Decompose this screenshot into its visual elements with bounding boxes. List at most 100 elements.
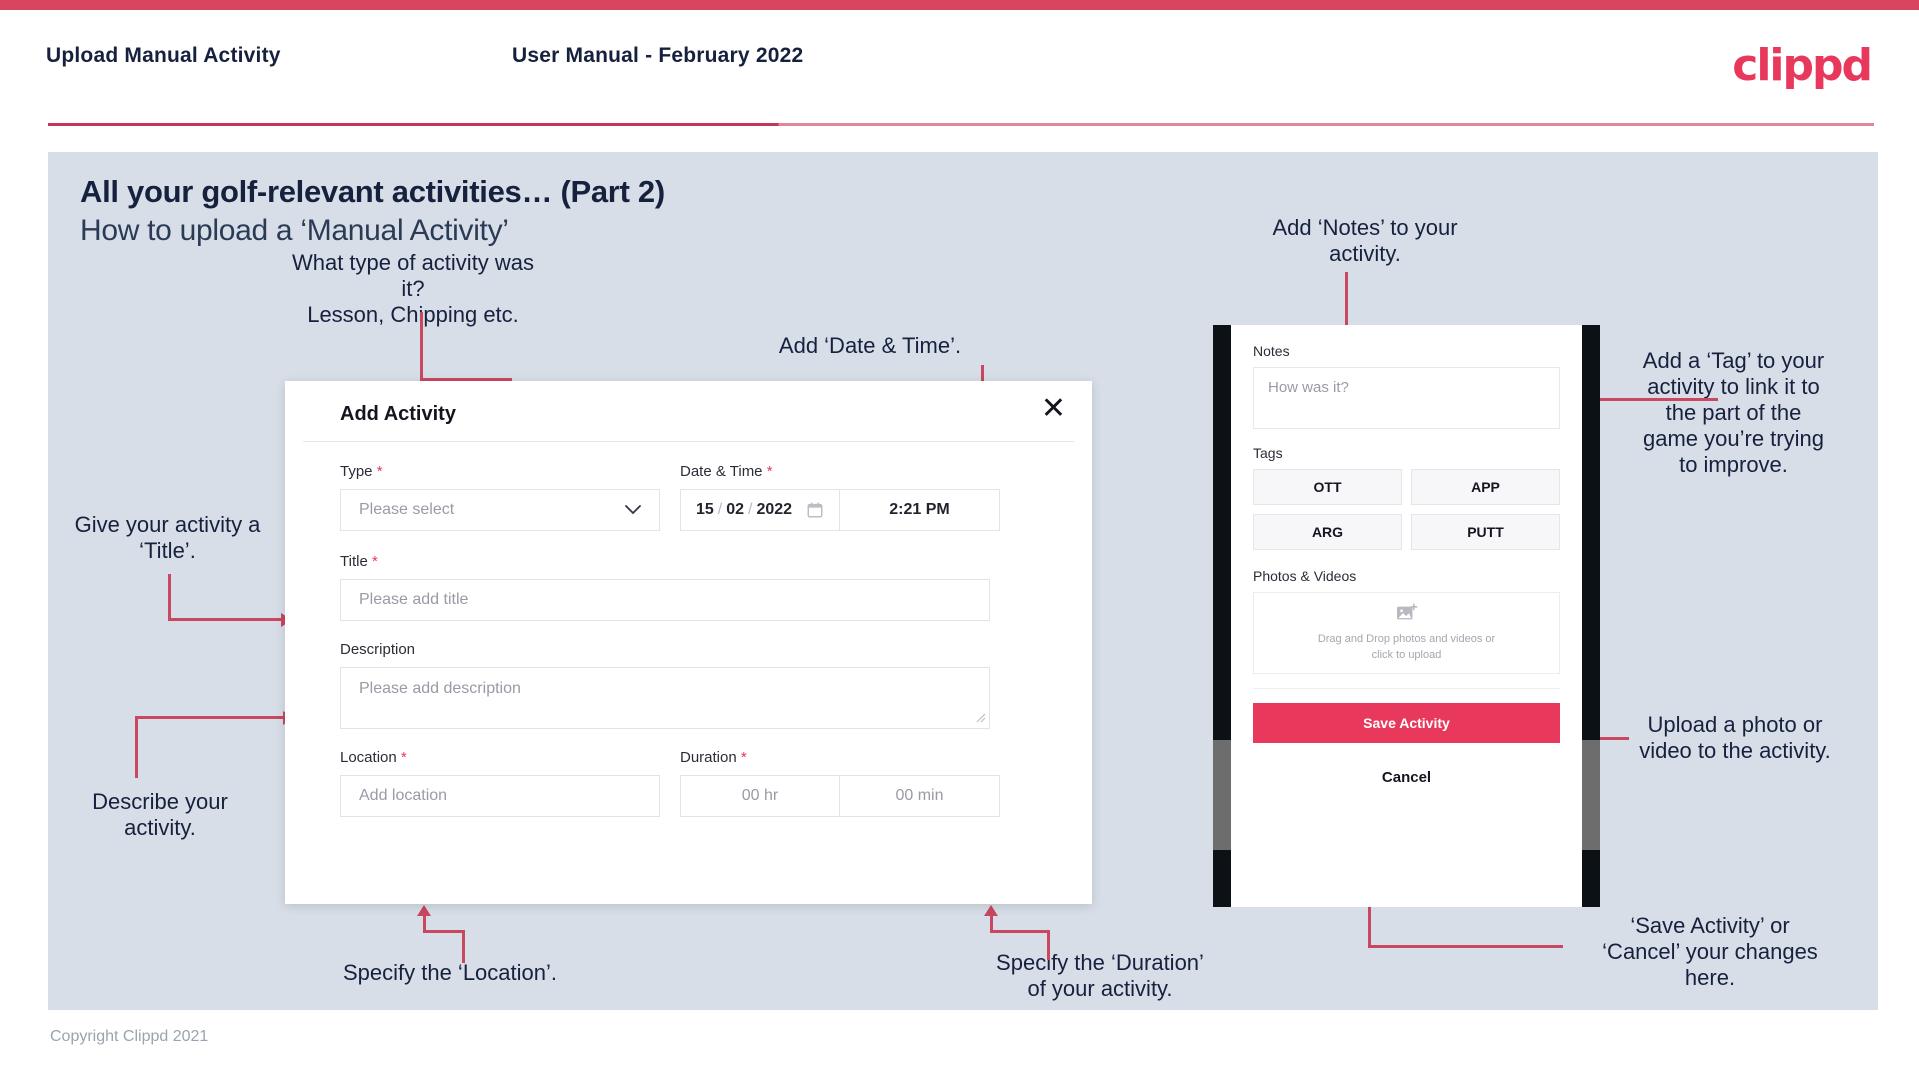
- duration-required-mark: *: [740, 749, 747, 766]
- row-location-duration: Location * Add location Duration * 00 hr…: [340, 749, 1037, 817]
- duration-group: 00 hr 00 min: [680, 775, 1000, 817]
- connector-dur-v1: [1047, 930, 1050, 960]
- connector-loc-v1: [462, 930, 465, 963]
- cancel-button[interactable]: Cancel: [1253, 769, 1560, 786]
- connector-save-h: [1368, 945, 1563, 948]
- copyright-text: Copyright Clippd 2021: [50, 1028, 209, 1045]
- resize-handle-icon[interactable]: [975, 712, 986, 726]
- connector-desc-v: [135, 716, 138, 778]
- duration-label-text: Duration: [680, 749, 737, 766]
- location-label: Location *: [340, 749, 660, 766]
- location-label-text: Location: [340, 749, 397, 766]
- annotation-photos: Upload a photo or video to the activity.: [1639, 712, 1831, 763]
- save-activity-button[interactable]: Save Activity: [1253, 703, 1560, 743]
- top-accent-bar: [0, 0, 1919, 10]
- connector-dur-v2: [990, 915, 993, 933]
- title-label: Title *: [340, 553, 1037, 570]
- date-day: 15: [695, 501, 714, 518]
- phone-bezel-right-accent: [1582, 740, 1600, 850]
- connector-loc-h: [423, 930, 465, 933]
- type-label-text: Type: [340, 463, 373, 480]
- add-image-icon: [1396, 602, 1418, 628]
- date-sep-1: /: [717, 501, 723, 518]
- annotation-description: Describe your activity.: [92, 789, 228, 840]
- dropzone-line-2: click to upload: [1371, 648, 1442, 661]
- connector-title-h: [168, 618, 283, 621]
- connector-dur-arrow: [984, 905, 998, 916]
- duration-hours-input[interactable]: 00 hr: [681, 776, 840, 816]
- connector-desc-h: [135, 716, 285, 719]
- dialog-body: Type * Please select Date & Time * 15 / …: [285, 441, 1092, 817]
- tag-putt[interactable]: PUTT: [1411, 514, 1560, 550]
- notes-label: Notes: [1253, 343, 1290, 359]
- location-required-mark: *: [400, 749, 407, 766]
- annotation-duration: Specify the ‘Duration’ of your activity.: [996, 950, 1204, 1001]
- connector-dur-h: [990, 930, 1050, 933]
- date-month: 02: [726, 501, 744, 518]
- slide-title: All your golf-relevant activities… (Part…: [80, 174, 665, 209]
- annotation-save: ‘Save Activity’ or ‘Cancel’ your changes…: [1602, 913, 1818, 990]
- time-input[interactable]: 2:21 PM: [840, 490, 999, 530]
- slide-subtitle: How to upload a ‘Manual Activity’: [80, 214, 509, 247]
- annotation-notes: Add ‘Notes’ to your activity.: [1272, 215, 1458, 266]
- connector-loc-arrow: [417, 905, 431, 916]
- header-divider: [48, 123, 1874, 126]
- description-placeholder: Please add description: [359, 680, 521, 697]
- description-textarea[interactable]: Please add description: [340, 667, 990, 729]
- field-description: Description Please add description: [340, 641, 1037, 729]
- dropzone-text: Drag and Drop photos and videos or click…: [1318, 632, 1495, 664]
- annotation-datetime: Add ‘Date & Time’.: [778, 333, 962, 358]
- close-icon[interactable]: ✕: [1041, 394, 1066, 424]
- title-required-mark: *: [371, 553, 378, 570]
- annotation-location: Specify the ‘Location’.: [342, 960, 558, 985]
- tags-label: Tags: [1253, 445, 1283, 461]
- chevron-down-icon: [625, 502, 641, 518]
- photos-label: Photos & Videos: [1253, 568, 1357, 584]
- tags-grid: OTT APP ARG PUTT: [1253, 469, 1560, 550]
- notes-placeholder: How was it?: [1268, 379, 1349, 396]
- phone-content: Notes How was it? Tags OTT APP ARG PUTT …: [1231, 325, 1582, 786]
- datetime-required-mark: *: [766, 463, 773, 480]
- phone-bezel-right: [1582, 325, 1600, 907]
- time-value: 2:21 PM: [889, 501, 950, 518]
- field-location: Location * Add location: [340, 749, 660, 817]
- datetime-group: 15 / 02 / 2022 2:21 PM: [680, 489, 1000, 531]
- duration-label: Duration *: [680, 749, 1000, 766]
- add-activity-dialog: Add Activity ✕ Type * Please select Date…: [285, 381, 1092, 904]
- tag-arg[interactable]: ARG: [1253, 514, 1402, 550]
- duration-minutes-input[interactable]: 00 min: [840, 776, 999, 816]
- dialog-header: Add Activity ✕: [285, 381, 1092, 441]
- phone-screen: Notes How was it? Tags OTT APP ARG PUTT …: [1231, 325, 1582, 907]
- connector-tags-h1: [1596, 398, 1718, 401]
- connector-loc-v2: [423, 915, 426, 933]
- location-input[interactable]: Add location: [340, 775, 660, 817]
- type-select[interactable]: Please select: [340, 489, 660, 531]
- calendar-icon[interactable]: [806, 501, 824, 519]
- field-type: Type * Please select: [340, 463, 660, 531]
- photo-dropzone[interactable]: Drag and Drop photos and videos or click…: [1253, 592, 1560, 674]
- phone-bezel-left: [1213, 325, 1231, 907]
- type-label: Type *: [340, 463, 660, 480]
- row-type-datetime: Type * Please select Date & Time * 15 / …: [340, 463, 1037, 531]
- page-title: Upload Manual Activity: [46, 44, 281, 67]
- tag-app[interactable]: APP: [1411, 469, 1560, 505]
- datetime-label: Date & Time *: [680, 463, 1000, 480]
- connector-type-v1: [420, 312, 423, 380]
- type-required-mark: *: [376, 463, 383, 480]
- type-placeholder: Please select: [359, 501, 455, 518]
- dialog-title: Add Activity: [340, 403, 456, 425]
- title-input[interactable]: Please add title: [340, 579, 990, 621]
- title-placeholder: Please add title: [359, 591, 469, 608]
- clippd-logo: clippd: [1732, 40, 1873, 91]
- annotation-tags: Add a ‘Tag’ to your activity to link it …: [1642, 348, 1825, 477]
- notes-input[interactable]: How was it?: [1253, 367, 1560, 429]
- annotation-type: What type of activity was it? Lesson, Ch…: [291, 250, 535, 327]
- annotation-title: Give your activity a ‘Title’.: [74, 512, 261, 563]
- field-title: Title * Please add title: [340, 553, 1037, 621]
- field-duration: Duration * 00 hr 00 min: [680, 749, 1000, 817]
- date-input[interactable]: 15 / 02 / 2022: [681, 490, 840, 530]
- phone-divider: [1253, 688, 1560, 689]
- connector-title-v: [168, 574, 171, 620]
- tag-ott[interactable]: OTT: [1253, 469, 1402, 505]
- phone-mockup: Notes How was it? Tags OTT APP ARG PUTT …: [1213, 325, 1600, 907]
